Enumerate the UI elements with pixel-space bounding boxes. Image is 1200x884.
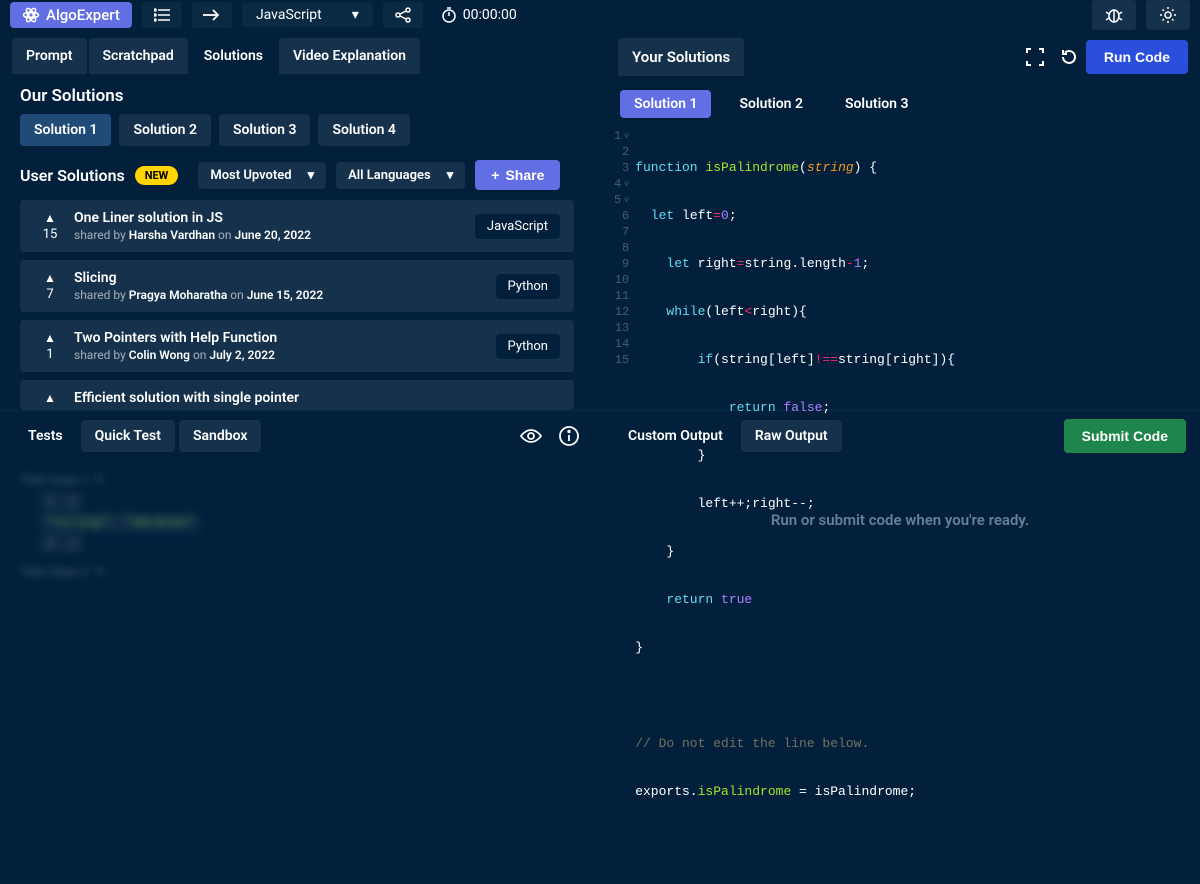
new-badge: NEW (135, 166, 179, 185)
upvote-icon[interactable]: ▲ (34, 331, 66, 345)
fullscreen-icon[interactable] (1018, 40, 1052, 74)
lang-pill: Python (496, 334, 560, 359)
tab-prompt[interactable]: Prompt (12, 38, 87, 74)
user-solution-card[interactable]: ▲ 7 Slicing shared by Pragya Moharatha o… (20, 260, 574, 312)
upvote-count: 7 (34, 287, 66, 302)
chevron-down-icon: ▾ (447, 168, 454, 183)
card-meta: shared by Pragya Moharatha on June 15, 2… (74, 288, 496, 302)
your-sol-3[interactable]: Solution 3 (831, 90, 922, 118)
share-icon[interactable] (383, 2, 423, 28)
card-meta: shared by Colin Wong on July 2, 2022 (74, 348, 496, 362)
timer[interactable]: 00:00:00 (441, 7, 517, 23)
user-solution-card[interactable]: ▲ 1 Two Pointers with Help Function shar… (20, 320, 574, 372)
upvote-count: 1 (34, 347, 66, 362)
lang-pill: JavaScript (475, 214, 560, 239)
tab-video[interactable]: Video Explanation (279, 38, 420, 74)
card-title: One Liner solution in JS (74, 210, 475, 226)
logo[interactable]: AlgoExpert (10, 2, 132, 28)
topbar: AlgoExpert JavaScript ▾ 00:00:00 (0, 0, 1200, 30)
card-meta: shared by Harsha Vardhan on June 20, 202… (74, 228, 475, 242)
gear-icon[interactable] (1146, 0, 1190, 30)
your-solutions-header: Your Solutions Run Code (606, 30, 1200, 84)
card-title: Two Pointers with Help Function (74, 330, 496, 346)
upvote-icon[interactable]: ▲ (34, 391, 66, 405)
tab-custom-output[interactable]: Custom Output (614, 420, 737, 452)
left-tabs: Prompt Scratchpad Solutions Video Explan… (0, 30, 594, 74)
output-placeholder: Run or submit code when you're ready. (600, 511, 1200, 529)
arrow-right-icon[interactable] (192, 2, 232, 28)
user-solutions-list: ▲ 15 One Liner solution in JS shared by … (0, 200, 594, 410)
upvote-icon[interactable]: ▲ (34, 211, 66, 225)
your-solution-tabs: Solution 1 Solution 2 Solution 3 (606, 84, 1200, 124)
user-solution-card[interactable]: ▲ Efficient solution with single pointer (20, 380, 574, 410)
reset-icon[interactable] (1052, 40, 1086, 74)
logo-text: AlgoExpert (46, 6, 120, 24)
card-title: Slicing (74, 270, 496, 286)
user-solution-card[interactable]: ▲ 15 One Liner solution in JS shared by … (20, 200, 574, 252)
chevron-down-icon: ▾ (352, 7, 359, 23)
bug-icon[interactable] (1092, 0, 1136, 30)
our-solutions-title: Our Solutions (0, 74, 594, 114)
our-sol-4[interactable]: Solution 4 (318, 114, 409, 146)
logo-icon (22, 6, 40, 24)
tests-blur: Test Case 1 ✎ 1 { "string": "abcdcba" 3 … (0, 461, 600, 596)
user-solutions-title: User Solutions (20, 166, 125, 185)
our-sol-3[interactable]: Solution 3 (219, 114, 310, 146)
language-select[interactable]: JavaScript ▾ (242, 3, 373, 27)
stopwatch-icon (441, 7, 457, 23)
language-label: JavaScript (256, 7, 322, 23)
upvote-count: 15 (34, 227, 66, 242)
your-sol-2[interactable]: Solution 2 (725, 90, 816, 118)
our-solution-tabs: Solution 1 Solution 2 Solution 3 Solutio… (0, 114, 594, 160)
tab-sandbox[interactable]: Sandbox (179, 420, 262, 452)
eye-icon[interactable] (514, 419, 548, 453)
tab-quicktest[interactable]: Quick Test (81, 420, 175, 452)
bottom-left-tabs: Tests Quick Test Sandbox (0, 411, 600, 461)
tab-solutions[interactable]: Solutions (190, 38, 277, 74)
our-sol-1[interactable]: Solution 1 (20, 114, 111, 146)
run-code-button[interactable]: Run Code (1086, 40, 1188, 74)
our-sol-2[interactable]: Solution 2 (119, 114, 210, 146)
upvote-icon[interactable]: ▲ (34, 271, 66, 285)
card-title: Efficient solution with single pointer (74, 390, 560, 406)
share-button[interactable]: + Share (475, 160, 560, 190)
sort-dropdown[interactable]: Most Upvoted ▾ (198, 162, 326, 189)
lang-pill: Python (496, 274, 560, 299)
bottom-right-tabs: Custom Output Raw Output Submit Code (600, 411, 1200, 461)
your-sol-1[interactable]: Solution 1 (620, 90, 711, 118)
chevron-down-icon: ▾ (308, 168, 315, 183)
tab-tests[interactable]: Tests (14, 420, 77, 452)
tab-raw-output[interactable]: Raw Output (741, 420, 842, 452)
list-icon[interactable] (142, 2, 182, 28)
your-solutions-title: Your Solutions (618, 38, 744, 76)
info-icon[interactable] (552, 419, 586, 453)
timer-value: 00:00:00 (463, 7, 517, 23)
user-solutions-header: User Solutions NEW Most Upvoted ▾ All La… (0, 160, 594, 200)
tab-scratchpad[interactable]: Scratchpad (89, 38, 188, 74)
submit-code-button[interactable]: Submit Code (1064, 419, 1186, 453)
lang-filter-dropdown[interactable]: All Languages ▾ (336, 162, 465, 189)
plus-icon: + (491, 167, 499, 183)
